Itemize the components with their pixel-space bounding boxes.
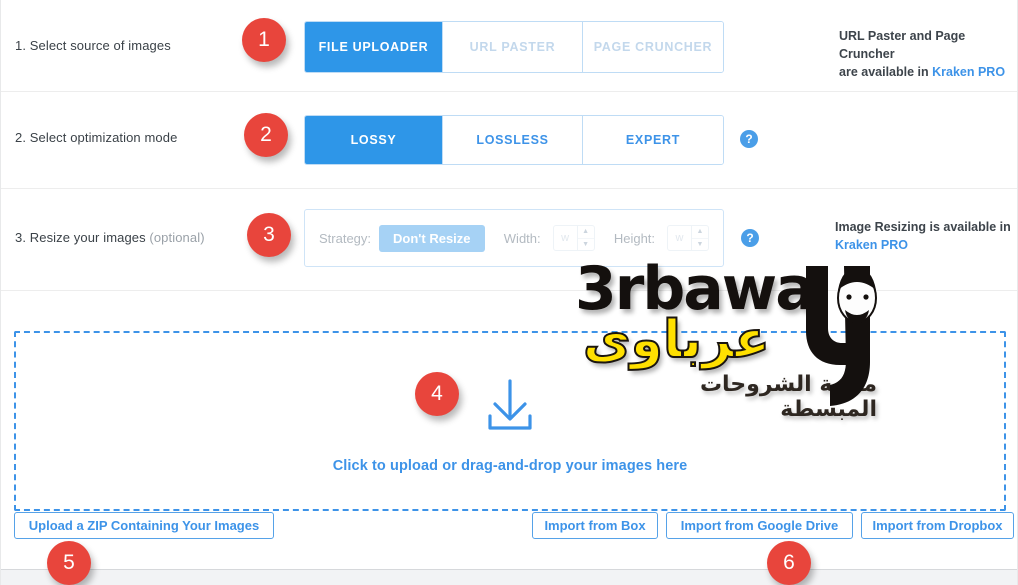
width-decrement-icon[interactable]: ▼	[578, 239, 594, 251]
kraken-optimizer-page: 1. Select source of images 1 FILE UPLOAD…	[0, 0, 1018, 585]
resize-note-line2: Kraken PRO	[835, 236, 1011, 254]
step-1-label: 1. Select source of images	[15, 38, 171, 53]
tab-url-paster[interactable]: URL PASTER	[443, 22, 583, 72]
strategy-value-badge[interactable]: Don't Resize	[379, 224, 485, 252]
dropzone-label: Click to upload or drag-and-drop your im…	[332, 457, 688, 474]
import-from-box-button[interactable]: Import from Box	[532, 512, 658, 539]
source-note-line2: are available in Kraken PRO	[839, 63, 1017, 81]
kraken-pro-link-source[interactable]: Kraken PRO	[932, 65, 1005, 79]
step-row-resize: 3. Resize your images (optional) 3 Strat…	[1, 189, 1017, 291]
step-row-source: 1. Select source of images 1 FILE UPLOAD…	[1, 0, 1017, 92]
resize-panel: Strategy: Don't Resize Width: w ▲ ▼ Heig…	[304, 209, 724, 267]
tab-page-cruncher[interactable]: PAGE CRUNCHER	[583, 22, 723, 72]
step-badge-3: 3	[247, 213, 291, 257]
width-stepper[interactable]: w ▲ ▼	[552, 225, 595, 251]
upload-dropzone[interactable]: Click to upload or drag-and-drop your im…	[14, 331, 1006, 511]
step-row-mode: 2. Select optimization mode 2 LOSSY LOSS…	[1, 92, 1017, 189]
upload-zip-button[interactable]: Upload a ZIP Containing Your Images	[14, 512, 274, 539]
height-stepper[interactable]: w ▲ ▼	[667, 225, 710, 251]
strategy-label: Strategy:	[319, 230, 372, 246]
step-badge-1: 1	[242, 18, 286, 62]
bottom-status-bar	[1, 569, 1017, 585]
step-2-label: 2. Select optimization mode	[15, 130, 178, 145]
step-badge-2: 2	[244, 113, 288, 157]
tab-file-uploader[interactable]: FILE UPLOADER	[305, 22, 443, 72]
dropzone-content: Click to upload or drag-and-drop your im…	[16, 333, 1004, 509]
resize-note: Image Resizing is available in Kraken PR…	[835, 218, 1011, 254]
source-note: URL Paster and Page Cruncher are availab…	[839, 27, 1017, 81]
resize-note-line1: Image Resizing is available in	[835, 220, 1011, 234]
height-input-value[interactable]: w	[668, 226, 691, 250]
width-stepper-arrows[interactable]: ▲ ▼	[576, 226, 594, 251]
source-tab-group[interactable]: FILE UPLOADER URL PASTER PAGE CRUNCHER	[304, 21, 724, 73]
step-badge-4: 4	[415, 372, 459, 416]
height-decrement-icon[interactable]: ▼	[692, 239, 708, 251]
height-label: Height:	[613, 230, 656, 246]
step-3-label: 3. Resize your images (optional)	[15, 230, 205, 245]
tab-lossless[interactable]: LOSSLESS	[443, 116, 583, 164]
step-3-optional: (optional)	[149, 230, 205, 245]
mode-tab-group[interactable]: LOSSY LOSSLESS EXPERT	[304, 115, 724, 165]
step-badge-6: 6	[767, 541, 811, 585]
source-note-line1: URL Paster and Page Cruncher	[839, 29, 966, 61]
import-from-google-drive-button[interactable]: Import from Google Drive	[666, 512, 853, 539]
step-badge-5: 5	[47, 541, 91, 585]
help-icon-mode[interactable]: ?	[740, 130, 758, 148]
width-increment-icon[interactable]: ▲	[577, 226, 594, 239]
tab-lossy[interactable]: LOSSY	[305, 116, 443, 164]
import-from-dropbox-button[interactable]: Import from Dropbox	[861, 512, 1014, 539]
download-arrow-icon	[479, 377, 541, 440]
step-3-label-text: 3. Resize your images	[15, 230, 150, 245]
help-icon-resize[interactable]: ?	[741, 229, 759, 247]
width-label: Width:	[503, 230, 541, 246]
height-stepper-arrows[interactable]: ▲ ▼	[691, 226, 709, 251]
height-increment-icon[interactable]: ▲	[692, 226, 709, 239]
tab-expert[interactable]: EXPERT	[583, 116, 723, 164]
source-note-prefix: are available in	[839, 65, 933, 79]
width-input-value[interactable]: w	[554, 226, 577, 250]
kraken-pro-link-resize[interactable]: Kraken PRO	[835, 238, 908, 252]
